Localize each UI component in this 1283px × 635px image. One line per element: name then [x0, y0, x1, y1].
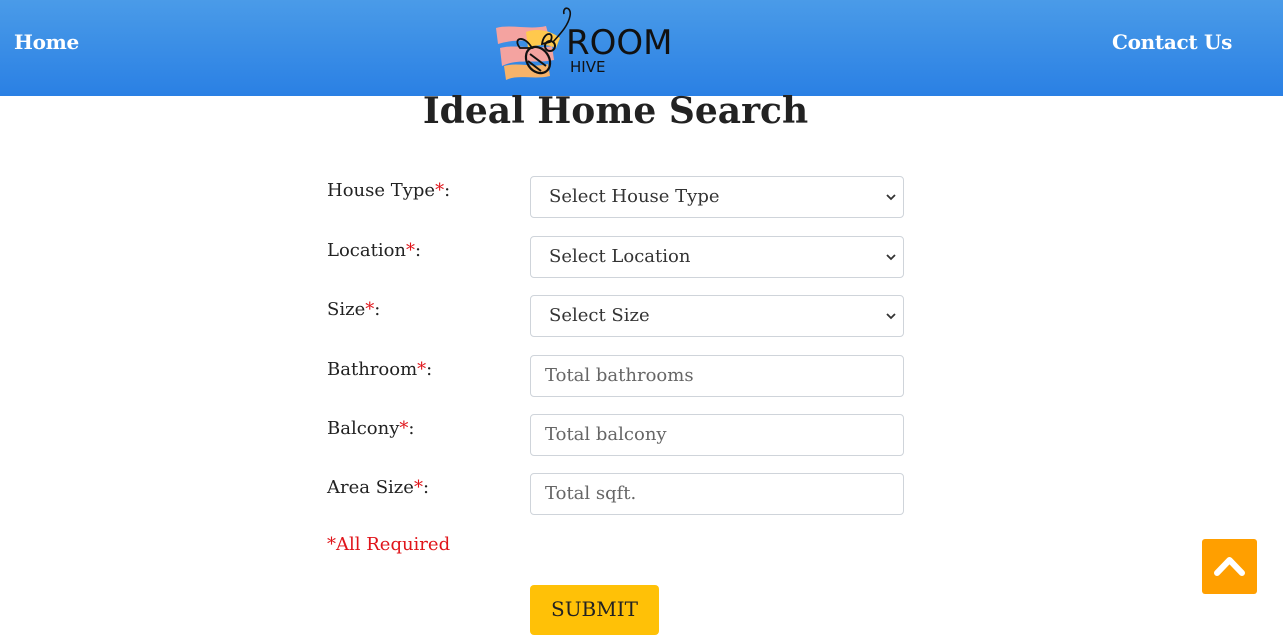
- bathroom-row: Bathroom*: Total bathrooms: [327, 355, 905, 397]
- size-label: Size*:: [327, 299, 381, 320]
- area-size-input[interactable]: Total sqft.: [530, 473, 904, 515]
- navbar: Home ROOM HIVE Contact Us: [0, 0, 1283, 96]
- house-type-select[interactable]: Select House Type: [530, 176, 904, 218]
- submit-button[interactable]: SUBMIT: [530, 585, 659, 635]
- logo-word-hive: HIVE: [570, 58, 606, 76]
- house-type-label: House Type*:: [327, 180, 451, 201]
- page-title: Ideal Home Search: [422, 90, 809, 132]
- room-hive-logo[interactable]: ROOM HIVE: [490, 4, 690, 84]
- location-select[interactable]: Select Location: [530, 236, 904, 278]
- balcony-row: Balcony*: Total balcony: [327, 414, 905, 456]
- bathroom-label: Bathroom*:: [327, 359, 433, 380]
- location-row: Location*: Select Location: [327, 236, 905, 278]
- location-select-value: Select Location: [549, 246, 691, 267]
- nav-home-link[interactable]: Home: [14, 30, 79, 54]
- size-select[interactable]: Select Size: [530, 295, 904, 337]
- bathroom-input[interactable]: Total bathrooms: [530, 355, 904, 397]
- house-type-row: House Type*: Select House Type: [327, 176, 905, 218]
- area-size-row: Area Size*: Total sqft.: [327, 473, 905, 515]
- chevron-up-icon: [1214, 557, 1245, 576]
- size-row: Size*: Select Size: [327, 295, 905, 337]
- chevron-down-icon: [886, 254, 896, 261]
- area-size-input-placeholder: Total sqft.: [545, 483, 637, 504]
- balcony-label: Balcony*:: [327, 418, 415, 439]
- bathroom-input-placeholder: Total bathrooms: [545, 365, 694, 386]
- chevron-down-icon: [886, 313, 896, 320]
- area-size-label: Area Size*:: [327, 477, 430, 498]
- size-select-value: Select Size: [549, 305, 650, 326]
- nav-contact-link[interactable]: Contact Us: [1112, 30, 1232, 54]
- scroll-to-top-button[interactable]: [1202, 539, 1257, 594]
- logo-word-room: ROOM: [566, 23, 673, 63]
- required-note: *All Required: [327, 534, 451, 555]
- house-type-select-value: Select House Type: [549, 186, 720, 207]
- location-label: Location*:: [327, 240, 422, 261]
- balcony-input[interactable]: Total balcony: [530, 414, 904, 456]
- chevron-down-icon: [886, 194, 896, 201]
- balcony-input-placeholder: Total balcony: [545, 424, 667, 445]
